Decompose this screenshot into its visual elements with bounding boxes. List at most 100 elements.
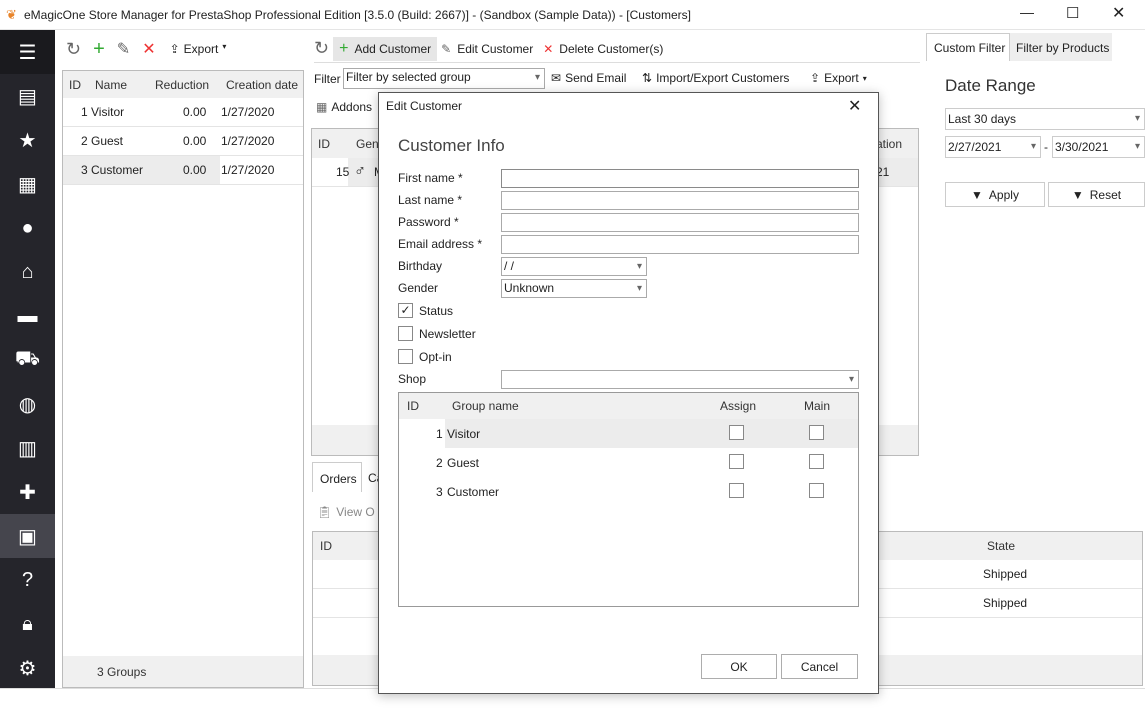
to-date[interactable]: 3/30/2021 xyxy=(1052,136,1145,158)
minimize-button[interactable]: — xyxy=(1020,4,1034,20)
birthday-picker[interactable]: / / xyxy=(501,257,647,276)
reset-button[interactable]: ▼ Reset xyxy=(1048,182,1145,207)
assign-checkbox[interactable] xyxy=(729,483,744,498)
email-icon: ✉ xyxy=(551,71,562,85)
assign-checkbox[interactable] xyxy=(729,454,744,469)
close-window-button[interactable]: ✕ xyxy=(1112,3,1125,23)
refresh-icon[interactable]: ↻ xyxy=(314,38,329,59)
maximize-button[interactable]: ☐ xyxy=(1066,4,1079,22)
table-row[interactable]: 1 Visitor xyxy=(399,419,858,448)
delete-customers-button[interactable]: ✕ Delete Customer(s) xyxy=(543,42,663,56)
first-name-label: First name * xyxy=(398,171,463,185)
dialog-title: Edit Customer xyxy=(386,99,463,113)
table-row-selected[interactable]: 3 Customer 0.00 1/27/2020 xyxy=(63,156,303,185)
menu-icon[interactable]: ☰ xyxy=(0,30,55,74)
newsletter-label: Newsletter xyxy=(419,327,476,341)
email-input[interactable] xyxy=(501,235,859,254)
filter-select[interactable]: Filter by selected group xyxy=(343,68,545,89)
addons-icon: ▦ xyxy=(316,100,328,114)
status-checkbox[interactable]: ✓ xyxy=(398,303,413,318)
store-icon[interactable]: ▤ xyxy=(0,74,55,118)
delete-icon: ✕ xyxy=(543,41,554,56)
date-separator: - xyxy=(1044,140,1048,154)
export-button[interactable]: ⇪ Export ▾ xyxy=(810,64,867,92)
apply-button[interactable]: ▼ Apply xyxy=(945,182,1045,207)
view-order-button[interactable]: 📋︎ View O xyxy=(317,498,375,526)
reset-filter-icon: ▼ xyxy=(1071,187,1084,202)
customer-groups-grid: ID Group name Assign Main 1 Visitor 2 Guest 3… xyxy=(398,392,859,607)
optin-label: Opt-in xyxy=(419,350,452,364)
refresh-icon[interactable]: ↻ xyxy=(66,39,81,60)
export-button[interactable]: ⇪ Export ▾ xyxy=(170,42,227,56)
message-icon[interactable]: ▬ xyxy=(0,294,55,338)
store-manager-icon[interactable]: ▣ xyxy=(0,514,55,558)
email-label: Email address * xyxy=(398,237,483,251)
groups-toolbar: ↻ + ✎ ✕ ⇪ Export ▾ xyxy=(66,35,226,63)
filter-label: Filter xyxy=(314,72,341,86)
window-title: eMagicOne Store Manager for PrestaShop P… xyxy=(24,8,691,22)
add-icon: + xyxy=(339,39,349,57)
birthday-label: Birthday xyxy=(398,259,443,273)
table-row[interactable]: 1 Visitor 0.00 1/27/2020 xyxy=(63,98,303,127)
delete-icon[interactable]: ✕ xyxy=(142,39,155,59)
shop-label: Shop xyxy=(398,372,427,386)
table-row[interactable]: 3 Customer xyxy=(399,477,858,506)
basket-icon[interactable]: ⌂ xyxy=(0,250,55,294)
lock-icon[interactable]: 🔒︎ xyxy=(0,602,55,646)
add-icon[interactable]: + xyxy=(93,38,105,61)
customer-icon[interactable]: ● xyxy=(0,206,55,250)
section-heading: Customer Info xyxy=(398,136,505,155)
edit-customer-button[interactable]: ✎ Edit Customer xyxy=(441,42,533,56)
grid-header: ID Group name Assign Main xyxy=(399,393,858,419)
main-checkbox[interactable] xyxy=(809,425,824,440)
assign-checkbox[interactable] xyxy=(729,425,744,440)
edit-icon[interactable]: ✎ xyxy=(117,39,130,59)
col-id[interactable]: ID xyxy=(69,78,81,92)
gender-select[interactable]: Unknown xyxy=(501,279,647,298)
ok-button[interactable]: OK xyxy=(701,654,777,679)
date-range-heading: Date Range xyxy=(945,76,1036,95)
truck-icon[interactable]: ⛟ xyxy=(0,338,55,382)
customers-toolbar: ↻ + Add Customer ✎ Edit Customer ✕ Delete C… xyxy=(314,35,920,63)
send-email-button[interactable]: ✉ Send Email xyxy=(551,64,626,92)
optin-checkbox[interactable] xyxy=(398,349,413,364)
tab-filter-by-products[interactable]: Filter by Products xyxy=(1010,33,1112,61)
groups-grid: ID Name Reduction Creation date 1 Visitor… xyxy=(62,70,304,688)
star-icon[interactable]: ★ xyxy=(0,118,55,162)
close-icon[interactable]: ✕ xyxy=(848,96,861,116)
import-export-button[interactable]: ⇅ Import/Export Customers xyxy=(642,64,789,92)
shop-select[interactable] xyxy=(501,370,859,389)
edit-icon: ✎ xyxy=(441,41,452,56)
products-icon[interactable]: ▦ xyxy=(0,162,55,206)
grid-footer: 3 Groups xyxy=(63,656,303,687)
password-input[interactable] xyxy=(501,213,859,232)
main-checkbox[interactable] xyxy=(809,454,824,469)
help-icon[interactable]: ? xyxy=(0,558,55,602)
col-name[interactable]: Name xyxy=(95,78,127,92)
col-creation-date[interactable]: Creation date xyxy=(226,78,298,92)
first-name-input[interactable] xyxy=(501,169,859,188)
sidebar: ☰ ▤ ★ ▦ ● ⌂ ▬ ⛟ ◍ ▥ ✚ ▣ ? 🔒︎ ⚙ xyxy=(0,30,55,688)
newsletter-checkbox[interactable] xyxy=(398,326,413,341)
grid-header: ID Name Reduction Creation date xyxy=(63,71,303,98)
from-date[interactable]: 2/27/2021 xyxy=(945,136,1041,158)
status-label: Status xyxy=(419,304,454,318)
main-checkbox[interactable] xyxy=(809,483,824,498)
addons-button[interactable]: ▦ Addons xyxy=(316,93,372,121)
password-label: Password * xyxy=(398,215,459,229)
cancel-button[interactable]: Cancel xyxy=(781,654,858,679)
globe-icon[interactable]: ◍ xyxy=(0,382,55,426)
export-icon: ⇪ xyxy=(169,42,180,56)
gear-icon[interactable]: ⚙ xyxy=(0,646,55,690)
tab-custom-filter[interactable]: Custom Filter xyxy=(926,33,1010,61)
table-row[interactable]: 2 Guest xyxy=(399,448,858,477)
puzzle-icon[interactable]: ✚ xyxy=(0,470,55,514)
range-select[interactable]: Last 30 days xyxy=(945,108,1145,130)
col-reduction[interactable]: Reduction xyxy=(155,78,209,92)
tab-orders[interactable]: Orders xyxy=(312,462,362,492)
table-row[interactable]: 2 Guest 0.00 1/27/2020 xyxy=(63,127,303,156)
last-name-label: Last name * xyxy=(398,193,463,207)
chart-icon[interactable]: ▥ xyxy=(0,426,55,470)
add-customer-button[interactable]: + Add Customer xyxy=(333,36,438,61)
last-name-input[interactable] xyxy=(501,191,859,210)
